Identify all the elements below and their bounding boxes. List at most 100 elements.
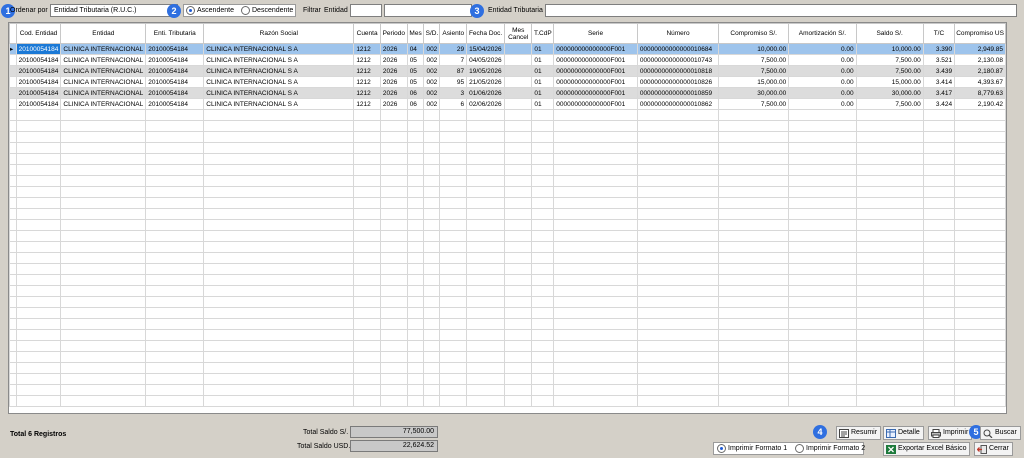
table-cell[interactable]: 3.417 — [922, 87, 956, 99]
table-cell[interactable]: 002 — [423, 65, 441, 77]
row-indicator[interactable] — [9, 197, 17, 209]
table-cell[interactable]: 7,500.00 — [718, 54, 790, 66]
table-cell[interactable]: 05 — [406, 54, 425, 66]
table-cell[interactable]: 01 — [531, 87, 555, 99]
col-header-fecha-doc[interactable]: Fecha Doc. — [466, 23, 506, 44]
table-cell[interactable]: 0.00 — [788, 54, 857, 66]
table-cell[interactable]: 0.00 — [788, 65, 857, 77]
table-cell[interactable]: 000000000000000F001 — [553, 76, 638, 88]
table-row[interactable]: 20100054184 CLINICA INTERNACIONAL 20100054… — [9, 65, 1006, 77]
table-cell[interactable] — [504, 76, 533, 88]
row-indicator[interactable] — [9, 362, 17, 374]
table-cell[interactable]: 1212 — [353, 54, 381, 66]
table-cell[interactable]: 29 — [439, 43, 468, 55]
table-cell[interactable]: 7,500.00 — [855, 54, 924, 66]
print-format-2-radio[interactable] — [795, 444, 804, 453]
table-cell[interactable]: 20100054184 — [145, 54, 205, 66]
table-cell[interactable]: 06 — [406, 98, 425, 110]
row-indicator[interactable] — [9, 252, 17, 264]
row-indicator[interactable] — [9, 307, 17, 319]
order-by-select[interactable]: Entidad Tributaria (R.U.C.) — [50, 4, 178, 17]
row-indicator[interactable] — [9, 87, 17, 99]
table-cell[interactable]: 00000000000000010826 — [636, 76, 720, 88]
ascending-radio[interactable] — [186, 6, 195, 15]
table-cell[interactable]: 01 — [531, 76, 555, 88]
col-header-tcdp[interactable]: T.CdP — [531, 23, 555, 44]
table-cell[interactable]: 3.439 — [922, 65, 956, 77]
col-header-entidad[interactable]: Entidad — [60, 23, 147, 44]
table-cell[interactable]: 20100054184 — [15, 87, 62, 99]
table-cell[interactable]: CLINICA INTERNACIONAL — [60, 76, 147, 88]
table-cell[interactable]: 95 — [439, 76, 468, 88]
table-cell[interactable]: CLINICA INTERNACIONAL S A — [203, 76, 355, 88]
col-header-numero[interactable]: Número — [636, 23, 720, 44]
table-row[interactable]: 20100054184 CLINICA INTERNACIONAL 20100054… — [9, 98, 1006, 110]
table-cell[interactable]: 01 — [531, 54, 555, 66]
row-indicator[interactable] — [9, 263, 17, 275]
entity-tax-input[interactable] — [545, 4, 1017, 17]
ascending-label[interactable]: Ascendente — [197, 4, 234, 17]
table-cell[interactable] — [504, 43, 533, 55]
table-cell[interactable]: CLINICA INTERNACIONAL S A — [203, 87, 355, 99]
table-cell[interactable]: 20100054184 — [145, 98, 205, 110]
table-cell[interactable]: 3.390 — [922, 43, 956, 55]
table-cell[interactable]: 2026 — [379, 43, 408, 55]
row-indicator[interactable] — [9, 153, 17, 165]
table-cell[interactable]: 3.414 — [922, 76, 956, 88]
col-header-cod-entidad[interactable]: Cod. Entidad — [15, 23, 62, 44]
table-cell[interactable]: 7,500.00 — [855, 98, 924, 110]
table-cell[interactable]: 000000000000000F001 — [553, 65, 638, 77]
row-indicator[interactable] — [9, 131, 17, 143]
col-header-tc[interactable]: T/C — [922, 23, 956, 44]
buscar-button[interactable]: Buscar — [980, 426, 1021, 440]
table-row[interactable]: 20100054184 CLINICA INTERNACIONAL 20100054… — [9, 76, 1006, 88]
row-indicator[interactable] — [9, 395, 17, 407]
table-cell[interactable]: 04/05/2026 — [466, 54, 506, 66]
row-indicator[interactable] — [9, 351, 17, 363]
table-cell[interactable]: 002 — [423, 76, 441, 88]
table-cell[interactable]: 000000000000000F001 — [553, 98, 638, 110]
table-cell[interactable]: CLINICA INTERNACIONAL — [60, 65, 147, 77]
table-cell[interactable]: 0.00 — [788, 76, 857, 88]
table-cell[interactable]: 2,180.87 — [954, 65, 1006, 77]
table-cell[interactable]: 00000000000000010684 — [636, 43, 720, 55]
table-cell[interactable]: 7,500.00 — [855, 65, 924, 77]
detalle-button[interactable]: Detalle — [883, 426, 924, 440]
row-indicator[interactable] — [9, 296, 17, 308]
table-cell[interactable]: 01 — [531, 98, 555, 110]
table-cell[interactable]: 2026 — [379, 65, 408, 77]
table-cell[interactable]: 000000000000000F001 — [553, 43, 638, 55]
col-header-enti-tributaria[interactable]: Enti. Tributaria — [145, 23, 205, 44]
entity-code-input[interactable] — [350, 4, 382, 17]
table-cell[interactable]: 1212 — [353, 87, 381, 99]
table-cell[interactable]: 00000000000000010859 — [636, 87, 720, 99]
col-header-cuenta[interactable]: Cuenta — [353, 23, 381, 44]
print-format-1-label[interactable]: Imprimir Formato 1 — [728, 442, 787, 455]
table-cell[interactable]: 20100054184 — [145, 87, 205, 99]
row-indicator[interactable] — [9, 274, 17, 286]
table-cell[interactable]: 0.00 — [788, 98, 857, 110]
table-cell[interactable]: 01/06/2026 — [466, 87, 506, 99]
table-cell[interactable]: 6 — [439, 98, 468, 110]
row-indicator[interactable] — [9, 186, 17, 198]
table-cell[interactable]: 3.521 — [922, 54, 956, 66]
table-cell[interactable]: CLINICA INTERNACIONAL — [60, 87, 147, 99]
table-cell[interactable]: CLINICA INTERNACIONAL — [60, 98, 147, 110]
table-cell[interactable]: 05 — [406, 76, 425, 88]
col-header-mes-cancel[interactable]: Mes Cancel — [504, 23, 533, 44]
table-row[interactable]: 20100054184 CLINICA INTERNACIONAL 20100054… — [9, 87, 1006, 99]
table-cell[interactable]: 30,000.00 — [718, 87, 790, 99]
table-cell[interactable]: 002 — [423, 54, 441, 66]
row-indicator[interactable] — [9, 329, 17, 341]
row-indicator[interactable] — [9, 164, 17, 176]
descending-label[interactable]: Descendente — [252, 4, 293, 17]
col-header-compromiso-pen[interactable]: Compromiso S/. — [718, 23, 790, 44]
row-indicator[interactable] — [9, 54, 17, 66]
row-indicator[interactable] — [9, 219, 17, 231]
table-cell[interactable]: 1212 — [353, 43, 381, 55]
table-cell[interactable]: 7,500.00 — [718, 65, 790, 77]
table-cell[interactable]: 20100054184 — [15, 65, 62, 77]
table-cell[interactable]: 10,000.00 — [855, 43, 924, 55]
print-format-2-label[interactable]: Imprimir Formato 2 — [806, 442, 865, 455]
col-header-saldo[interactable]: Saldo S/. — [855, 23, 924, 44]
